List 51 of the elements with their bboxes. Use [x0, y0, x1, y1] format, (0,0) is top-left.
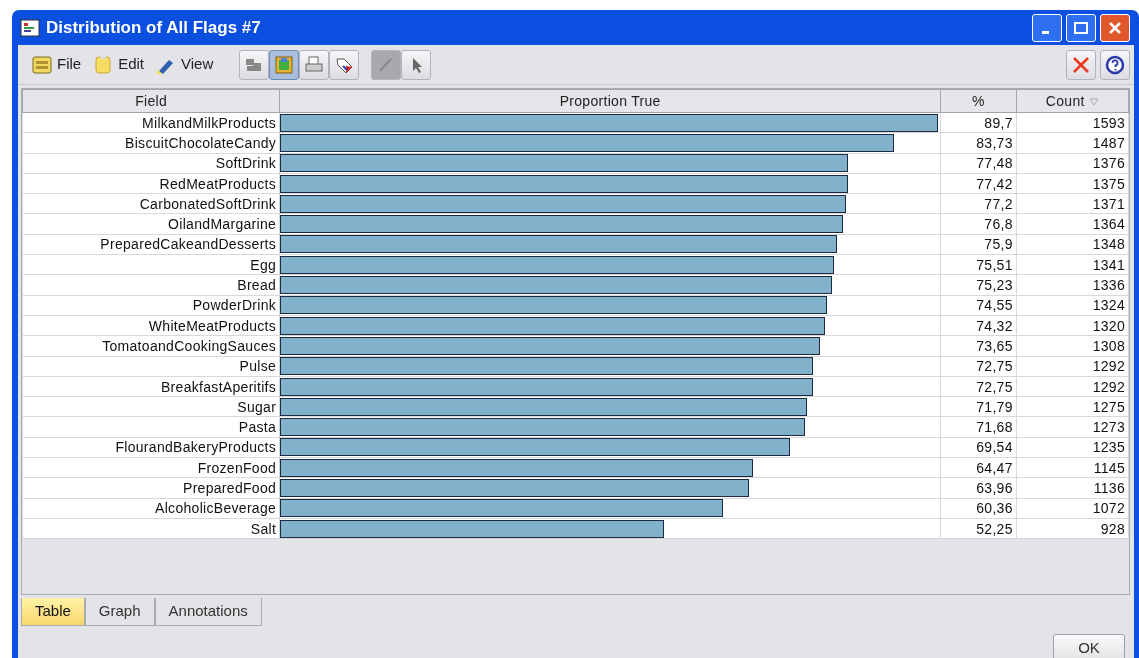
window-chart-icon [20, 19, 40, 38]
help-icon [1105, 54, 1125, 75]
minimize-button[interactable] [1032, 13, 1062, 42]
column-header[interactable]: Count [1016, 89, 1129, 113]
close-icon [1108, 21, 1122, 34]
table-cell: TomatoandCookingSauces [22, 335, 280, 357]
close-icon [1072, 56, 1090, 73]
minimize-icon [1042, 30, 1049, 34]
menu-item[interactable]: Edit [91, 53, 155, 76]
table-cell: WhiteMeatProducts [22, 315, 280, 336]
menu-item[interactable]: File [30, 53, 92, 76]
tab[interactable]: Annotations [154, 598, 262, 626]
maximize-button[interactable] [1066, 13, 1096, 42]
table-cell: BreakfastAperitifs [22, 376, 280, 397]
tab[interactable]: Graph [84, 598, 155, 626]
table-cell: Pasta [22, 416, 280, 438]
table-cell: SoftDrink [22, 153, 280, 174]
table-cell: FrozenFood [22, 457, 280, 478]
table-cell: OilandMargarine [22, 214, 280, 235]
toolbar-button[interactable] [239, 49, 270, 80]
cabinet-icon [32, 54, 52, 75]
column-header[interactable]: Field [22, 89, 280, 113]
picture-frame-icon [275, 55, 294, 74]
table-cell: CarbonatedSoftDrink [22, 193, 280, 214]
help-button[interactable] [1100, 49, 1130, 80]
toolbar-button[interactable] [329, 49, 360, 80]
window-title: Distribution of All Flags #7 [46, 16, 261, 39]
clipboard-icon [93, 54, 114, 75]
table-cell: PowderDrink [22, 295, 280, 316]
table-cell: PreparedFood [22, 477, 280, 499]
table-cell: Pulse [22, 356, 280, 377]
close-button[interactable] [1066, 49, 1096, 80]
table-cell: Salt [22, 518, 280, 539]
printer-icon [305, 55, 324, 74]
tab[interactable]: Table [21, 598, 85, 626]
table-cell: Egg [22, 254, 280, 275]
tag-icon [335, 55, 354, 74]
menu-item[interactable]: View [154, 53, 224, 76]
table-cell: RedMeatProducts [22, 173, 280, 194]
table-cell: AlcoholicBeverage [22, 498, 280, 519]
table-cell: PreparedCakeandDesserts [22, 234, 280, 255]
table-cell: Bread [22, 274, 280, 296]
toolbar-button[interactable] [401, 49, 432, 80]
column-header[interactable]: % [940, 89, 1017, 113]
table-cell: BiscuitChocolateCandy [22, 132, 280, 154]
table-cell: FlourandBakeryProducts [22, 437, 280, 458]
maximize-icon [1074, 21, 1088, 34]
column-header[interactable]: Proportion True [279, 89, 941, 113]
table-cell: MilkandMilkProducts [22, 112, 280, 133]
ok-button[interactable]: OK [1053, 633, 1125, 658]
table-cell: Sugar [22, 396, 280, 417]
